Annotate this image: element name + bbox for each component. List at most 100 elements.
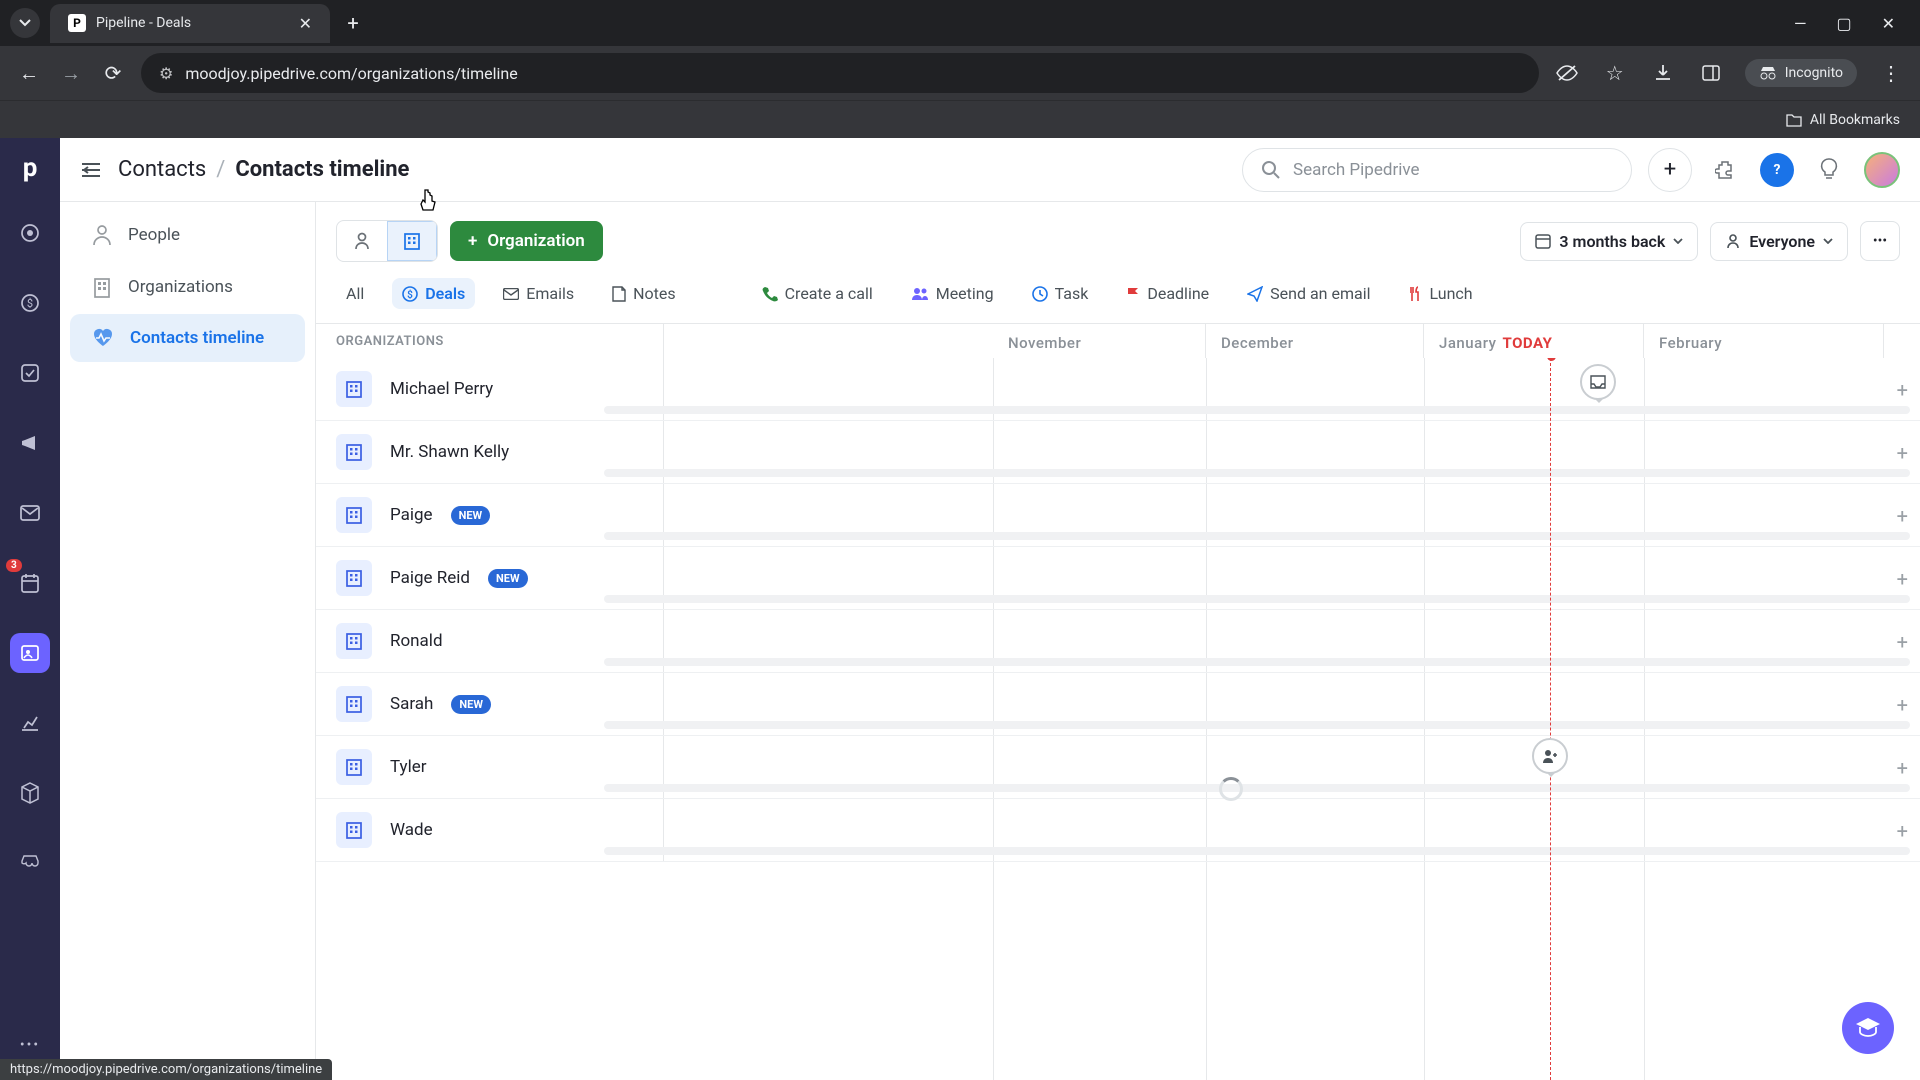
rail-activities[interactable]: 3 <box>10 563 50 603</box>
incognito-indicator[interactable]: Incognito <box>1745 59 1857 87</box>
timeline-row[interactable]: Paige ReidNEW+ <box>316 547 1920 610</box>
activity-marker[interactable] <box>1580 364 1616 400</box>
maximize-button[interactable]: ▢ <box>1836 14 1851 33</box>
timeline-row[interactable]: Michael Perry + <box>316 358 1920 421</box>
scope-dropdown[interactable]: Everyone <box>1710 222 1848 261</box>
timeline-row[interactable]: Tyler + <box>316 736 1920 799</box>
filter-deadline[interactable]: Deadline <box>1116 278 1219 309</box>
extensions-button[interactable] <box>1708 153 1742 187</box>
rail-mail[interactable] <box>10 493 50 533</box>
people-icon <box>911 287 929 301</box>
close-window-button[interactable]: ✕ <box>1882 14 1895 33</box>
month-header: JanuaryTODAY <box>1424 324 1644 358</box>
search-input[interactable]: Search Pipedrive <box>1242 148 1632 192</box>
add-organization-button[interactable]: + Organization <box>450 221 603 261</box>
site-settings-icon[interactable]: ⚙ <box>159 64 173 83</box>
timeline-row[interactable]: PaigeNEW+ <box>316 484 1920 547</box>
user-avatar[interactable] <box>1864 152 1900 188</box>
building-icon <box>92 276 112 298</box>
filter-meeting[interactable]: Meeting <box>901 278 1004 309</box>
browser-menu-button[interactable]: ⋮ <box>1877 59 1905 87</box>
tab-search-button[interactable] <box>10 8 40 38</box>
time-range-dropdown[interactable]: 3 months back <box>1520 222 1698 261</box>
org-name[interactable]: Ronald <box>390 631 443 651</box>
new-tab-button[interactable]: + <box>338 8 368 38</box>
filter-task[interactable]: Task <box>1022 278 1099 309</box>
search-placeholder: Search Pipedrive <box>1293 160 1419 180</box>
filter-notes[interactable]: Notes <box>602 278 686 309</box>
rail-insights[interactable] <box>10 703 50 743</box>
rail-products[interactable] <box>10 773 50 813</box>
row-add-button[interactable]: + <box>1897 378 1908 402</box>
collapse-sidebar-button[interactable] <box>80 161 102 179</box>
forward-button[interactable]: → <box>57 59 85 87</box>
rail-leads[interactable] <box>10 213 50 253</box>
megaphone-icon <box>20 434 40 452</box>
address-bar[interactable]: ⚙ moodjoy.pipedrive.com/organizations/ti… <box>141 53 1539 93</box>
org-name[interactable]: Paige Reid <box>390 568 470 588</box>
row-add-button[interactable]: + <box>1897 504 1908 528</box>
more-actions-button[interactable]: ••• <box>1860 221 1900 261</box>
minimize-button[interactable]: — <box>1794 14 1807 33</box>
target-icon <box>20 223 40 243</box>
org-name[interactable]: Paige <box>390 505 433 525</box>
sidebar-item-organizations[interactable]: Organizations <box>70 262 305 312</box>
view-people-button[interactable] <box>337 221 387 261</box>
utensils-icon <box>1408 286 1422 302</box>
support-fab[interactable] <box>1842 1002 1894 1054</box>
activity-marker[interactable] <box>1532 738 1568 774</box>
app-logo[interactable]: p <box>23 153 38 183</box>
row-add-button[interactable]: + <box>1897 630 1908 654</box>
downloads-button[interactable] <box>1649 59 1677 87</box>
filter-send-email[interactable]: Send an email <box>1237 278 1380 309</box>
rail-marketplace[interactable] <box>10 843 50 883</box>
scope-label: Everyone <box>1749 232 1815 251</box>
side-panel-button[interactable] <box>1697 59 1725 87</box>
filter-deals[interactable]: $ Deals <box>392 278 475 309</box>
rail-campaigns[interactable] <box>10 423 50 463</box>
breadcrumb-root[interactable]: Contacts <box>118 157 206 182</box>
timeline-row[interactable]: Mr. Shawn Kelly + <box>316 421 1920 484</box>
inbox-icon <box>1589 374 1607 390</box>
reload-button[interactable]: ⟳ <box>99 59 127 87</box>
quick-add-button[interactable]: + <box>1648 148 1692 192</box>
row-add-button[interactable]: + <box>1897 819 1908 843</box>
rail-deals[interactable]: $ <box>10 283 50 323</box>
timeline-track <box>604 784 1910 792</box>
org-name[interactable]: Tyler <box>390 757 427 777</box>
all-bookmarks-button[interactable]: All Bookmarks <box>1810 112 1900 128</box>
sidebar-item-contacts-timeline[interactable]: Contacts timeline <box>70 314 305 362</box>
privacy-eye-icon[interactable] <box>1553 59 1581 87</box>
org-name[interactable]: Michael Perry <box>390 379 493 399</box>
rail-contacts[interactable] <box>10 633 50 673</box>
org-name[interactable]: Mr. Shawn Kelly <box>390 442 509 462</box>
filter-create-call[interactable]: Create a call <box>752 278 883 309</box>
view-type-toggle <box>336 220 438 262</box>
tips-button[interactable] <box>1812 153 1846 187</box>
filter-emails[interactable]: Emails <box>493 278 584 309</box>
filter-lunch[interactable]: Lunch <box>1398 278 1482 309</box>
store-icon <box>20 854 40 872</box>
building-icon <box>336 812 372 848</box>
sidebar-item-people[interactable]: People <box>70 210 305 260</box>
close-tab-button[interactable]: ✕ <box>299 14 312 33</box>
row-add-button[interactable]: + <box>1897 693 1908 717</box>
org-name[interactable]: Sarah <box>390 694 433 714</box>
sidebar-item-label: People <box>128 225 180 245</box>
timeline-row[interactable]: SarahNEW+ <box>316 673 1920 736</box>
today-label: TODAY <box>1502 334 1552 352</box>
time-range-label: 3 months back <box>1559 232 1665 251</box>
row-add-button[interactable]: + <box>1897 756 1908 780</box>
row-add-button[interactable]: + <box>1897 441 1908 465</box>
timeline-row[interactable]: Wade + <box>316 799 1920 862</box>
browser-tab[interactable]: P Pipeline - Deals ✕ <box>50 4 330 43</box>
back-button[interactable]: ← <box>15 59 43 87</box>
help-button[interactable]: ? <box>1760 153 1794 187</box>
view-organizations-button[interactable] <box>387 221 437 261</box>
timeline-row[interactable]: Ronald + <box>316 610 1920 673</box>
filter-all[interactable]: All <box>336 278 374 309</box>
bookmark-star-button[interactable]: ☆ <box>1601 59 1629 87</box>
rail-projects[interactable] <box>10 353 50 393</box>
row-add-button[interactable]: + <box>1897 567 1908 591</box>
org-name[interactable]: Wade <box>390 820 433 840</box>
